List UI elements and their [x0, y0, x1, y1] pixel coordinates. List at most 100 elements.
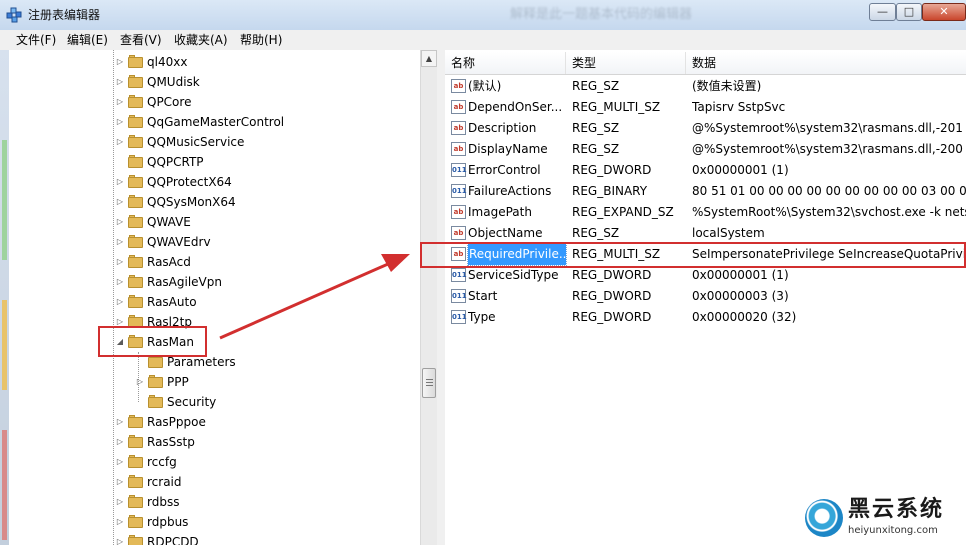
- expand-arrow-icon[interactable]: ▷: [115, 452, 125, 472]
- expand-arrow-icon[interactable]: ▷: [115, 92, 125, 112]
- tree-scrollbar[interactable]: ▲: [420, 50, 437, 545]
- tree-item-rasagilevpn[interactable]: ▷ RasAgileVpn: [9, 272, 420, 292]
- expand-arrow-icon[interactable]: ▷: [115, 192, 125, 212]
- expand-arrow-icon[interactable]: ▷: [115, 492, 125, 512]
- folder-icon: [128, 535, 143, 545]
- tree-item-qqpcrtp[interactable]: QQPCRTP: [9, 152, 420, 172]
- expand-arrow-icon[interactable]: ▷: [115, 532, 125, 545]
- tree-item-label: QPCore: [147, 95, 192, 109]
- tree-item-rdpcdd[interactable]: ▷ RDPCDD: [9, 532, 420, 545]
- expand-arrow-icon[interactable]: ▷: [115, 172, 125, 192]
- tree-item-qqmusicservice[interactable]: ▷ QQMusicService: [9, 132, 420, 152]
- tree-item-rdpbus[interactable]: ▷ rdpbus: [9, 512, 420, 532]
- tree-item-qwave[interactable]: ▷ QWAVE: [9, 212, 420, 232]
- expand-arrow-icon[interactable]: ▷: [115, 512, 125, 532]
- tree-item-rasman[interactable]: ◢ RasMan: [9, 332, 420, 352]
- tree-item-qmudisk[interactable]: ▷ QMUdisk: [9, 72, 420, 92]
- value-type: REG_DWORD: [572, 163, 652, 177]
- menu-edit[interactable]: 编辑(E): [67, 32, 108, 48]
- value-type: REG_SZ: [572, 121, 620, 135]
- tree-item-rasacd[interactable]: ▷ RasAcd: [9, 252, 420, 272]
- value-name: FailureActions: [468, 184, 552, 198]
- menu-help[interactable]: 帮助(H): [240, 32, 282, 48]
- folder-icon: [148, 395, 163, 408]
- expand-arrow-icon[interactable]: ▷: [115, 252, 125, 272]
- expand-arrow-icon[interactable]: ▷: [115, 412, 125, 432]
- folder-icon: [128, 295, 143, 308]
- value-row[interactable]: ab ImagePath REG_EXPAND_SZ %SystemRoot%\Sys…: [445, 202, 966, 223]
- expand-arrow-icon[interactable]: ▷: [115, 272, 125, 292]
- edge-accent-red: [2, 430, 7, 540]
- tree-item-rccfg[interactable]: ▷ rccfg: [9, 452, 420, 472]
- column-data[interactable]: 数据: [686, 52, 966, 74]
- value-name: DependOnSer...: [468, 100, 563, 114]
- folder-icon: [128, 415, 143, 428]
- expand-arrow-icon[interactable]: ▷: [135, 372, 145, 392]
- close-button[interactable]: ✕: [922, 3, 966, 21]
- column-type[interactable]: 类型: [566, 52, 686, 74]
- tree-item-rdbss[interactable]: ▷ rdbss: [9, 492, 420, 512]
- tree-item-label: rcraid: [147, 475, 182, 489]
- column-name[interactable]: 名称: [445, 52, 566, 74]
- expand-arrow-icon[interactable]: ▷: [115, 292, 125, 312]
- tree-item-qqprotectx64[interactable]: ▷ QQProtectX64: [9, 172, 420, 192]
- tree-item-parameters[interactable]: Parameters: [9, 352, 420, 372]
- pane-splitter[interactable]: [437, 50, 445, 545]
- value-data: @%Systemroot%\system32\rasmans.dll,-200: [692, 142, 963, 156]
- value-type: REG_SZ: [572, 79, 620, 93]
- expand-arrow-icon[interactable]: ▷: [115, 212, 125, 232]
- expand-arrow-icon[interactable]: ▷: [115, 472, 125, 492]
- tree-item-qqsysmonx64[interactable]: ▷ QQSysMonX64: [9, 192, 420, 212]
- expand-arrow-icon[interactable]: ▷: [115, 52, 125, 72]
- value-data: 0x00000020 (32): [692, 310, 797, 324]
- tree-item-label: QqGameMasterControl: [147, 115, 285, 129]
- tree-item-rassstp[interactable]: ▷ RasSstp: [9, 432, 420, 452]
- value-row[interactable]: 011 ServiceSidType REG_DWORD 0x00000001 (1): [445, 265, 966, 286]
- value-row[interactable]: 011 ErrorControl REG_DWORD 0x00000001 (1): [445, 160, 966, 181]
- scroll-up-arrow-icon[interactable]: ▲: [421, 50, 437, 67]
- value-row[interactable]: ab ObjectName REG_SZ localSystem: [445, 223, 966, 244]
- registry-key-tree[interactable]: ▷ ql40xx ▷ QMUdisk ▷ QPCore ▷ QqGameMasterContr…: [9, 50, 420, 545]
- value-row[interactable]: 011 Type REG_DWORD 0x00000020 (32): [445, 307, 966, 328]
- expand-arrow-icon[interactable]: ▷: [115, 72, 125, 92]
- expand-arrow-icon[interactable]: ▷: [115, 132, 125, 152]
- tree-item-rcraid[interactable]: ▷ rcraid: [9, 472, 420, 492]
- tree-item-label: Security: [167, 395, 217, 409]
- folder-icon: [128, 155, 143, 168]
- value-name: ImagePath: [468, 205, 532, 219]
- expand-arrow-icon[interactable]: ▷: [115, 432, 125, 452]
- expand-arrow-icon[interactable]: ▷: [115, 112, 125, 132]
- tree-scrollbar-thumb[interactable]: [422, 368, 436, 398]
- menu-view[interactable]: 查看(V): [120, 32, 162, 48]
- menu-file[interactable]: 文件(F): [16, 32, 56, 48]
- value-data: localSystem: [692, 226, 765, 240]
- registry-values-list[interactable]: 名称 类型 数据 ab (默认) REG_SZ (数值未设置) ab DependOnSe…: [445, 50, 966, 545]
- tree-item-qpcore[interactable]: ▷ QPCore: [9, 92, 420, 112]
- maximize-button[interactable]: □: [896, 3, 922, 21]
- string-value-icon: ab: [451, 121, 466, 135]
- tree-item-raspppoe[interactable]: ▷ RasPppoe: [9, 412, 420, 432]
- minimize-button[interactable]: —: [869, 3, 896, 21]
- tree-item-security[interactable]: Security: [9, 392, 420, 412]
- tree-item-qqgamemastercontrol[interactable]: ▷ QqGameMasterControl: [9, 112, 420, 132]
- value-row[interactable]: 011 FailureActions REG_BINARY 80 51 01 00 0…: [445, 181, 966, 202]
- value-data: 0x00000001 (1): [692, 163, 789, 177]
- list-header: 名称 类型 数据: [445, 52, 966, 75]
- value-row[interactable]: 011 Start REG_DWORD 0x00000003 (3): [445, 286, 966, 307]
- tree-item-ql40xx[interactable]: ▷ ql40xx: [9, 52, 420, 72]
- tree-item-rasauto[interactable]: ▷ RasAuto: [9, 292, 420, 312]
- expand-arrow-icon: [115, 152, 125, 172]
- tree-item-ppp[interactable]: ▷ PPP: [9, 372, 420, 392]
- folder-icon: [128, 75, 143, 88]
- tree-item-qwavedrv[interactable]: ▷ QWAVEdrv: [9, 232, 420, 252]
- folder-icon: [128, 435, 143, 448]
- value-row[interactable]: ab DisplayName REG_SZ @%Systemroot%\system3…: [445, 139, 966, 160]
- value-row[interactable]: ab DependOnSer... REG_MULTI_SZ Tapisrv Sstp…: [445, 97, 966, 118]
- tree-item-rasl2tp[interactable]: ▷ Rasl2tp: [9, 312, 420, 332]
- value-name: (默认): [468, 79, 502, 93]
- tree-item-label: QMUdisk: [147, 75, 200, 89]
- value-row[interactable]: ab Description REG_SZ @%Systemroot%\system3…: [445, 118, 966, 139]
- expand-arrow-icon[interactable]: ▷: [115, 232, 125, 252]
- value-row[interactable]: ab (默认) REG_SZ (数值未设置): [445, 76, 966, 97]
- menu-favorites[interactable]: 收藏夹(A): [174, 32, 228, 48]
